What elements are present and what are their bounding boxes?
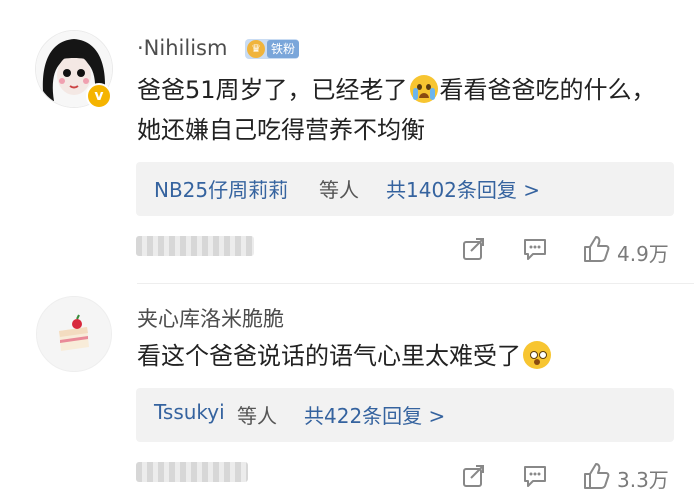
like-count: 4.9万 bbox=[617, 242, 669, 266]
comment-1: v ·Nihilism ♛ 铁粉 爸爸51周岁了，已经老了 看看爸爸吃的什么，她还… bbox=[0, 0, 694, 284]
comment-text-body: 看这个爸爸说话的语气心里太难受了 bbox=[137, 342, 521, 370]
like-icon[interactable] bbox=[582, 235, 610, 263]
crown-icon: ♛ bbox=[247, 40, 265, 58]
blurred-timestamp bbox=[136, 236, 254, 256]
verified-badge-icon: v bbox=[86, 83, 112, 109]
flushed-emoji-icon bbox=[523, 341, 551, 369]
reply-summary[interactable]: Tssukyi 等人 共422条回复 > bbox=[136, 388, 674, 442]
like-icon[interactable] bbox=[582, 462, 610, 490]
reply-others-label: 等人 bbox=[319, 178, 359, 202]
reply-summary[interactable]: NB25仔周莉莉 等人 共1402条回复 > bbox=[136, 162, 674, 216]
reply-count-link[interactable]: 共1402条回复 > bbox=[386, 174, 540, 203]
crying-emoji-icon bbox=[409, 75, 438, 103]
username[interactable]: ·Nihilism bbox=[137, 36, 227, 60]
blurred-timestamp bbox=[136, 462, 248, 482]
comment-text: 爸爸51周岁了，已经老了 看看爸爸吃的什么，她还嫌自己吃得营养不均衡 bbox=[137, 70, 657, 150]
username[interactable]: 夹心库洛米脆脆 bbox=[137, 303, 284, 333]
share-icon[interactable] bbox=[462, 464, 486, 488]
fan-badge-label: 铁粉 bbox=[267, 40, 299, 58]
fan-badge: ♛ 铁粉 bbox=[245, 39, 299, 59]
avatar[interactable] bbox=[36, 296, 112, 372]
comment-text-part1: 爸爸51周岁了，已经老了 bbox=[137, 76, 408, 104]
like-count: 3.3万 bbox=[617, 468, 669, 492]
reply-usernames[interactable]: Tssukyi bbox=[154, 400, 225, 424]
reply-usernames[interactable]: NB25仔周莉莉 bbox=[154, 174, 288, 203]
comment-text: 看这个爸爸说话的语气心里太难受了 bbox=[137, 336, 657, 376]
comment-icon[interactable] bbox=[523, 237, 547, 261]
share-icon[interactable] bbox=[462, 237, 486, 261]
reply-others-label: 等人 bbox=[237, 404, 277, 428]
comment-2: 夹心库洛米脆脆 看这个爸爸说话的语气心里太难受了 Tssukyi 等人 共422… bbox=[0, 284, 694, 492]
reply-count-link[interactable]: 共422条回复 > bbox=[304, 400, 445, 429]
cake-icon bbox=[37, 297, 111, 371]
comment-icon[interactable] bbox=[523, 464, 547, 488]
